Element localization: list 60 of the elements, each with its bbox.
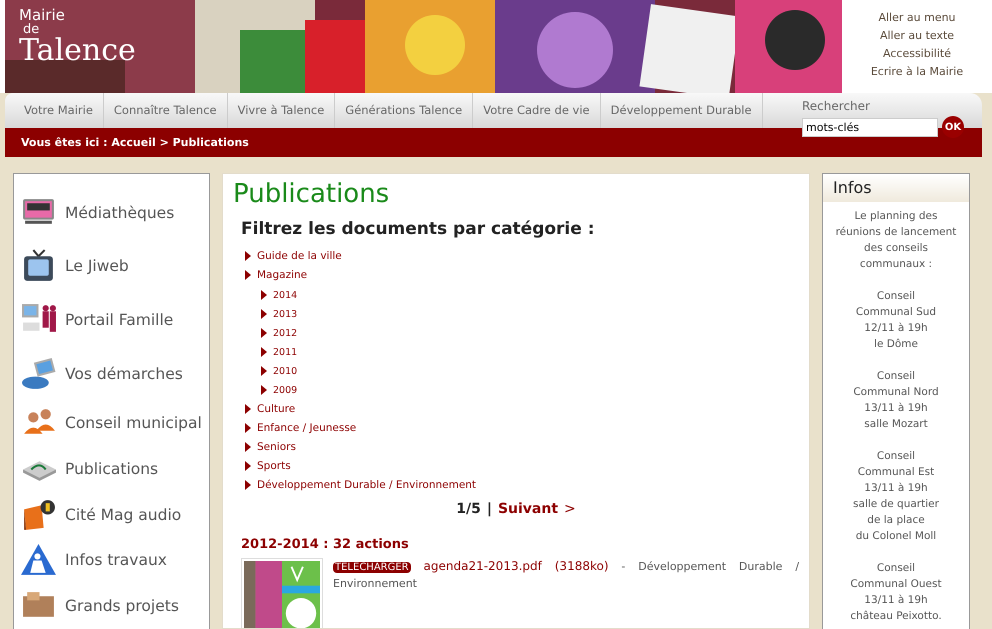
info-text: Conseil: [876, 561, 916, 576]
category-link[interactable]: 2013: [261, 306, 298, 322]
info-text: de la place: [866, 513, 926, 528]
download-badge[interactable]: TELECHARGER: [333, 562, 411, 573]
category-link[interactable]: 2010: [261, 362, 298, 380]
info-text: Conseil: [876, 369, 916, 384]
info-text: le Dôme: [873, 337, 919, 352]
info-text: Communal Nord: [852, 385, 940, 400]
document-title: 2012-2014 : 32 actions: [241, 537, 410, 553]
info-text: Communal Est: [856, 465, 936, 480]
sidebar-link[interactable]: Portail Famille: [21, 302, 174, 338]
breadcrumb: Vous êtes ici : Accueil > Publications: [20, 136, 249, 149]
info-text: château Peixotto.: [849, 609, 943, 624]
sidebar-link[interactable]: Cité Mag audio: [21, 496, 182, 533]
info-text: 13/11 à 19h: [863, 401, 929, 416]
sidebar-link[interactable]: Vos démarches: [21, 356, 183, 392]
page-count: 1/5: [456, 501, 481, 517]
sidebar-link[interactable]: Grands projets: [21, 588, 179, 624]
category-link[interactable]: Seniors: [245, 438, 296, 456]
skip-link[interactable]: Ecrire à la Mairie: [870, 64, 964, 80]
info-text: Communal Sud: [854, 305, 938, 320]
sidebar-link[interactable]: Conseil municipal: [21, 405, 202, 442]
info-text: salle de quartier: [852, 497, 940, 512]
info-text: salle Mozart: [863, 417, 929, 432]
document-description: TELECHARGER agenda21-2013.pdf (3188ko) - Développement Durable / Environnement: [333, 558, 799, 592]
search-button[interactable]: OK: [942, 116, 964, 138]
info-text: Le planning des réunions de lancement des conseils communaux :: [835, 209, 957, 272]
info-text: 13/11 à 19h: [863, 593, 929, 608]
info-text: 13/11 à 19h: [863, 481, 929, 496]
category-link[interactable]: 2012: [261, 324, 298, 342]
info-text: Communal Ouest: [849, 577, 943, 592]
sidebar-link[interactable]: Infos travaux: [21, 542, 167, 578]
sidebar-link[interactable]: Le Jiweb: [21, 248, 129, 284]
category-link[interactable]: 2011: [261, 344, 298, 360]
info-text: Conseil: [876, 449, 916, 464]
search-label: Rechercher: [802, 99, 871, 113]
category-link[interactable]: Culture: [245, 400, 296, 418]
search-field[interactable]: mots-clés: [802, 118, 938, 136]
skip-link[interactable]: Aller au texte: [880, 28, 954, 44]
info-text: 12/11 à 19h: [863, 321, 929, 336]
info-text: Conseil: [876, 289, 916, 304]
skip-link[interactable]: Aller au menu: [878, 10, 956, 26]
category-link[interactable]: Enfance / Jeunesse: [245, 420, 356, 436]
category-link[interactable]: Sports: [245, 458, 291, 474]
next-link[interactable]: Suivant: [498, 501, 558, 517]
file-link[interactable]: agenda21-2013.pdf: [424, 559, 542, 573]
category-link[interactable]: 2014: [261, 286, 298, 304]
page-title: Publications: [233, 178, 390, 210]
category-link[interactable]: Magazine: [245, 266, 308, 284]
sidebar-link[interactable]: Médiathèques: [21, 194, 174, 231]
category-link[interactable]: Développement Durable / Environnement: [245, 476, 476, 494]
next-arrow[interactable]: >: [564, 501, 576, 517]
sidebar-link[interactable]: Publications: [21, 451, 158, 488]
filter-heading: Filtrez les documents par catégorie :: [241, 218, 596, 240]
category-link[interactable]: 2009: [261, 382, 298, 398]
skip-link[interactable]: Accessibilité: [883, 46, 951, 62]
info-text: du Colonel Moll: [854, 529, 938, 544]
category-link[interactable]: Guide de la ville: [245, 248, 342, 264]
pager-separator: |: [486, 501, 492, 517]
panel-title: Infos: [823, 174, 969, 202]
